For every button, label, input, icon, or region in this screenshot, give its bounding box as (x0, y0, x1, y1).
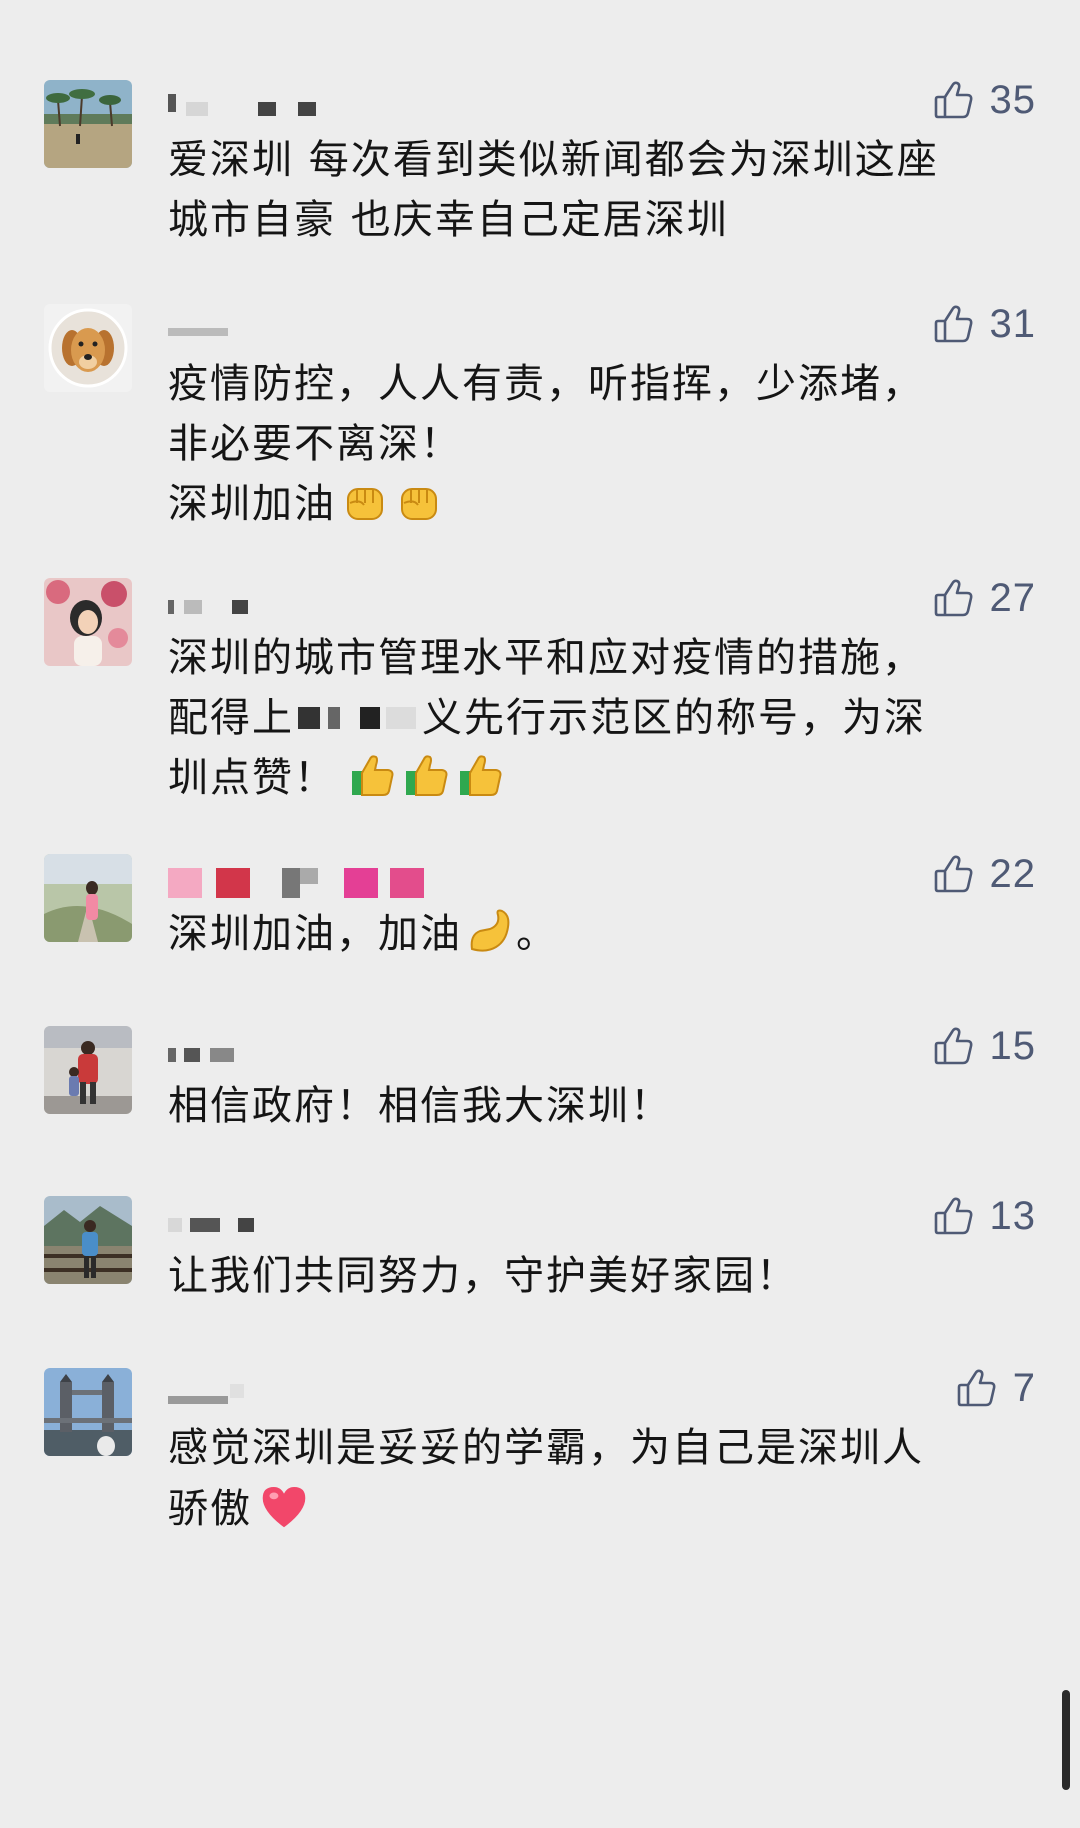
comment-text: 感觉深圳是妥妥的学霸，为自己是深圳人 骄傲 (168, 1425, 924, 1532)
like-count: 13 (989, 1193, 1036, 1238)
like-button[interactable]: 27 (932, 572, 1037, 624)
comment-text: 相信政府！相信我大深圳！ (168, 1083, 672, 1129)
thumbs-up-icon (932, 852, 976, 896)
beach-photo-avatar[interactable] (44, 80, 132, 168)
nickname-masked (168, 592, 508, 620)
nickname-masked (168, 1040, 508, 1068)
masked-text (386, 707, 416, 729)
man-railing-avatar[interactable] (44, 1196, 132, 1284)
comment-text: 疫情防控，人人有责，听指挥，少添堵， 非必要不离深！ 深圳加油 (168, 361, 924, 527)
flexed-biceps-emoji (470, 909, 510, 952)
comment-text: 深圳加油，加油。 (168, 904, 1038, 964)
red-heart-emoji (262, 1486, 306, 1528)
thumbs-up-icon (932, 78, 976, 122)
nickname-masked (168, 94, 508, 122)
thumbs-up-icon (932, 1024, 976, 1068)
like-count: 31 (989, 301, 1036, 346)
like-button[interactable]: 15 (932, 1020, 1037, 1072)
thumbs-up-emoji (352, 755, 394, 796)
like-count: 7 (1012, 1365, 1036, 1410)
thumbs-up-icon (932, 1194, 976, 1238)
like-button[interactable]: 31 (932, 298, 1037, 350)
comment-text: 深圳的城市管理水平和应对疫情的措施， 配得上 义先行示范区的称号，为深 圳点赞！ (168, 635, 926, 801)
nickname-masked (168, 318, 508, 346)
like-count: 15 (989, 1023, 1036, 1068)
raised-fist-emoji (347, 488, 383, 520)
masked-text (328, 707, 340, 729)
woman-path-avatar[interactable] (44, 854, 132, 942)
raised-fist-emoji (401, 488, 437, 520)
comment-text: 让我们共同努力，守护美好家园！ (168, 1253, 798, 1299)
girl-flowers-avatar[interactable] (44, 578, 132, 666)
like-button[interactable]: 22 (932, 848, 1037, 900)
masked-text (298, 707, 320, 729)
like-button[interactable]: 7 (955, 1362, 1036, 1414)
masked-text (360, 707, 380, 729)
thumbs-up-emoji (406, 755, 448, 796)
thumbs-up-icon (932, 302, 976, 346)
comment-list: 35 爱深圳 每次看到类似新闻都会为深圳这座 城市自豪 也庆幸自己定居深圳 31… (0, 0, 1080, 1828)
airport-people-avatar[interactable] (44, 1026, 132, 1114)
thumbs-up-emoji (460, 755, 502, 796)
like-count: 27 (989, 575, 1036, 620)
like-button[interactable]: 35 (932, 74, 1037, 126)
thumbs-up-icon (932, 576, 976, 620)
like-count: 22 (989, 851, 1036, 896)
scrollbar[interactable] (1062, 1690, 1070, 1790)
like-button[interactable]: 13 (932, 1190, 1037, 1242)
comment-text: 爱深圳 每次看到类似新闻都会为深圳这座 城市自豪 也庆幸自己定居深圳 (168, 137, 939, 243)
tower-bridge-avatar[interactable] (44, 1368, 132, 1456)
nickname-masked (168, 1210, 508, 1238)
nickname-masked (168, 1382, 508, 1410)
like-count: 35 (989, 77, 1036, 122)
thumbs-up-icon (955, 1366, 999, 1410)
golden-retriever-avatar[interactable] (44, 304, 132, 392)
nickname-masked (168, 868, 508, 898)
